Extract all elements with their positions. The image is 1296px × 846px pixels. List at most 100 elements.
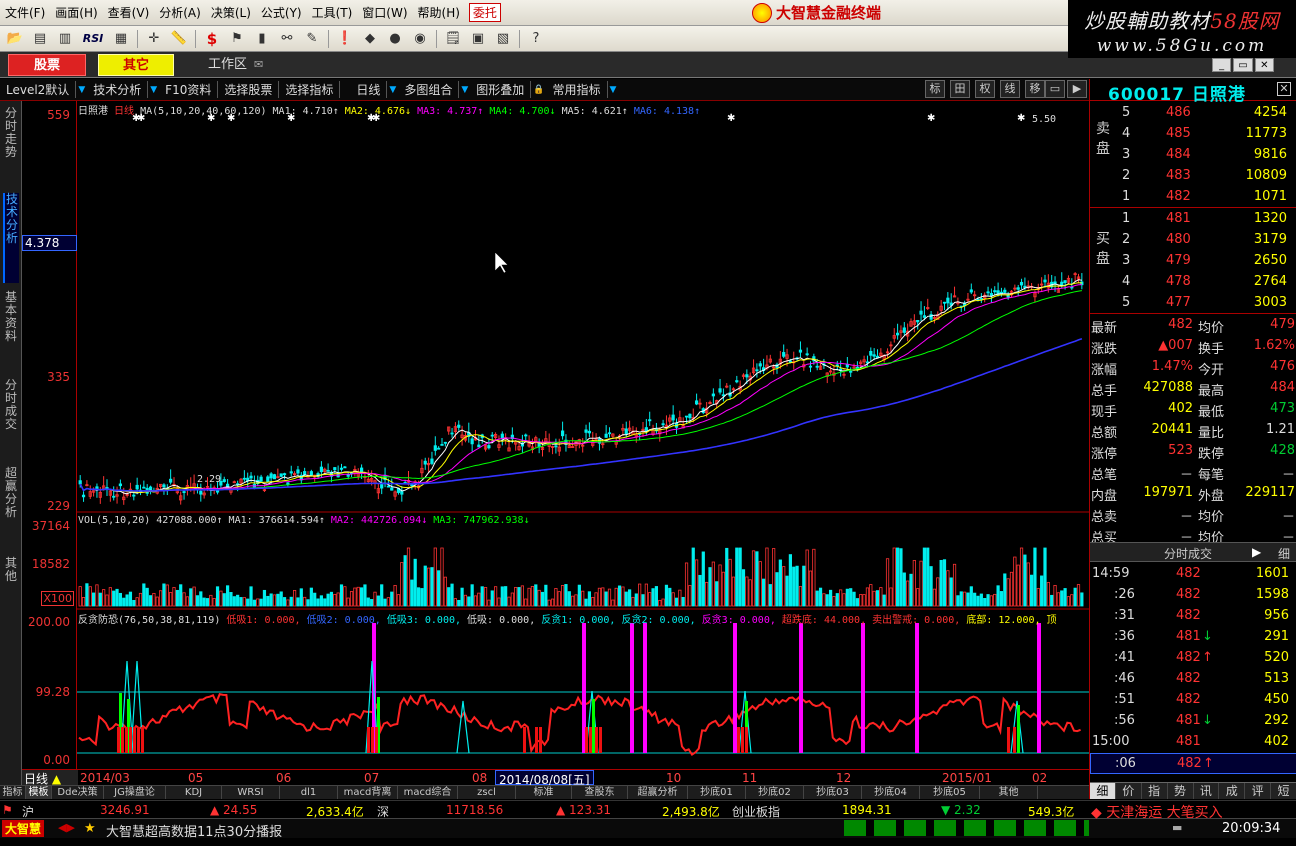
- indicator-tab[interactable]: 其他: [980, 786, 1038, 799]
- indicator-tab[interactable]: 标准: [516, 786, 572, 799]
- dollar-icon[interactable]: $: [201, 29, 223, 49]
- dropdown-arrow-icon[interactable]: ▼: [76, 85, 87, 95]
- sidebar-item-intraday[interactable]: 分时走势: [3, 107, 19, 159]
- minimize-icon[interactable]: _: [1212, 58, 1232, 72]
- dropdown-arrow-icon[interactable]: ▼: [148, 85, 159, 95]
- window-icon[interactable]: ▣: [467, 29, 489, 49]
- book-row[interactable]: 3 479 2650: [1090, 251, 1296, 272]
- news-ticker[interactable]: 大智慧超高数据11点30分播报: [106, 821, 282, 840]
- quote-tab[interactable]: 评: [1245, 783, 1272, 799]
- indicator-tab[interactable]: 模板: [26, 786, 52, 799]
- common-index-select[interactable]: 常用指标: [547, 81, 608, 98]
- tab-workspace[interactable]: 工作区: [208, 54, 247, 76]
- tick-header[interactable]: 分时成交 ▶ 细: [1090, 542, 1296, 562]
- period-label[interactable]: 日线 ▲: [22, 770, 78, 786]
- news-alert[interactable]: ◆ 天津海运 大笔买入: [1089, 800, 1296, 821]
- overlay-button[interactable]: 图形叠加: [470, 81, 532, 98]
- menu-window[interactable]: 窗口(W): [357, 4, 412, 21]
- alert-icon[interactable]: ❗: [334, 29, 356, 49]
- book-row[interactable]: 3 484 9816: [1090, 145, 1296, 166]
- crosshair-icon[interactable]: ✛: [143, 29, 165, 49]
- indicator-tab[interactable]: Dde决策: [52, 786, 104, 799]
- quote-tab[interactable]: 短: [1271, 783, 1296, 799]
- book-row[interactable]: 2 483 10809: [1090, 166, 1296, 187]
- restore-icon[interactable]: ▭: [1233, 58, 1253, 72]
- sidebar-item-ticks[interactable]: 分时成交: [3, 379, 19, 431]
- quote-tab[interactable]: 价: [1116, 783, 1142, 799]
- quote-tab[interactable]: 指: [1142, 783, 1168, 799]
- red-disk-icon[interactable]: ●: [384, 29, 406, 49]
- tab-other[interactable]: 其它: [98, 54, 174, 76]
- blue-disk-icon[interactable]: ◉: [409, 29, 431, 49]
- sidebar-item-tech[interactable]: 技术分析: [3, 193, 19, 283]
- book-row[interactable]: 5 486 4254: [1090, 103, 1296, 124]
- menu-tools[interactable]: 工具(T): [307, 4, 358, 21]
- period-select[interactable]: 日线: [350, 81, 388, 98]
- help-icon[interactable]: ?: [525, 29, 547, 49]
- screen-icon[interactable]: ▬: [1172, 821, 1182, 834]
- multi-chart-select[interactable]: 多图组合: [398, 81, 460, 98]
- play-icon[interactable]: ▶: [1252, 545, 1261, 559]
- book-row[interactable]: 2 480 3179: [1090, 230, 1296, 251]
- indicator-tab[interactable]: 抄底03: [804, 786, 862, 799]
- tab-stock[interactable]: 股票: [8, 54, 86, 76]
- menu-analysis[interactable]: 分析(A): [154, 4, 206, 21]
- rsi-icon[interactable]: RSI: [79, 29, 107, 49]
- notepad-icon[interactable]: 🗒: [442, 29, 464, 49]
- tick-tab[interactable]: 细: [1278, 545, 1290, 562]
- indicator-tab[interactable]: WRSI: [222, 786, 280, 799]
- f10-button[interactable]: F10资料: [159, 81, 219, 98]
- diamond-icon[interactable]: ◆: [359, 29, 381, 49]
- bars-icon[interactable]: ▮: [251, 29, 273, 49]
- menu-decision[interactable]: 决策(L): [206, 4, 256, 21]
- indicator-tab[interactable]: 超赢分析: [628, 786, 688, 799]
- workspace-close-icon[interactable]: ✉: [254, 54, 263, 76]
- sidebar-item-other[interactable]: 其他: [3, 557, 19, 583]
- book-row[interactable]: 4 478 2764: [1090, 272, 1296, 293]
- indicator-tab[interactable]: 查股东: [572, 786, 628, 799]
- book-row[interactable]: 1 482 1071: [1090, 187, 1296, 208]
- app-badge[interactable]: 大智慧: [2, 820, 45, 837]
- indicator-tab[interactable]: macd综合: [398, 786, 458, 799]
- close-icon[interactable]: ✕: [1254, 58, 1274, 72]
- lock-icon[interactable]: 🔒: [531, 85, 546, 95]
- quote-tab[interactable]: 势: [1168, 783, 1194, 799]
- indicator-tab[interactable]: 抄底02: [746, 786, 804, 799]
- dropdown-arrow-icon[interactable]: ▼: [387, 85, 398, 95]
- indicator-tab[interactable]: dl1: [280, 786, 338, 799]
- brush-icon[interactable]: ✎: [301, 29, 323, 49]
- entrust-button[interactable]: 委托: [468, 3, 501, 22]
- binocular-icon[interactable]: ⚯: [276, 29, 298, 49]
- book-row[interactable]: 1 481 1320: [1090, 209, 1296, 230]
- quote-tab[interactable]: 讯: [1194, 783, 1220, 799]
- indicator-tab[interactable]: 指标: [0, 786, 26, 799]
- menu-screen[interactable]: 画面(H): [50, 4, 102, 21]
- indicator-tab[interactable]: 抄底04: [862, 786, 920, 799]
- indicator-tab[interactable]: JG操盘论: [104, 786, 166, 799]
- scroll-arrows-icon[interactable]: ◀▶: [58, 821, 75, 834]
- quote-tab[interactable]: 成: [1219, 783, 1246, 799]
- kline-chart-svg[interactable]: ✱✱ ✱ ✱ ✱ ✱✱ ✱ ✱ ✱: [77, 101, 1089, 769]
- window-button[interactable]: ▭: [1045, 80, 1065, 98]
- tech-analysis-select[interactable]: 技术分析: [87, 81, 149, 98]
- indicator-tab[interactable]: 抄底01: [688, 786, 746, 799]
- panel-close-icon[interactable]: ✕: [1277, 82, 1291, 96]
- menu-file[interactable]: 文件(F): [0, 4, 50, 21]
- menu-view[interactable]: 查看(V): [103, 4, 155, 21]
- chart-window-icon[interactable]: ▤: [29, 29, 51, 49]
- rights-button[interactable]: 权: [975, 80, 995, 98]
- select-index-button[interactable]: 选择指标: [279, 81, 341, 98]
- ruler-icon[interactable]: 📏: [168, 29, 190, 49]
- mark-button[interactable]: 标: [925, 80, 945, 98]
- kline-icon[interactable]: ▥: [54, 29, 76, 49]
- sidebar-item-basic[interactable]: 基本资料: [3, 291, 19, 343]
- grid-icon[interactable]: ▦: [110, 29, 132, 49]
- menu-help[interactable]: 帮助(H): [413, 4, 465, 21]
- dropdown-arrow-icon[interactable]: ▼: [608, 85, 619, 95]
- menu-formula[interactable]: 公式(Y): [256, 4, 307, 21]
- sidebar-item-super[interactable]: 超赢分析: [3, 467, 19, 519]
- quote-tab[interactable]: 细: [1090, 783, 1116, 799]
- move-button[interactable]: 移: [1025, 80, 1045, 98]
- indicator-tab[interactable]: macd背离: [338, 786, 398, 799]
- book-row[interactable]: 4 485 11773: [1090, 124, 1296, 145]
